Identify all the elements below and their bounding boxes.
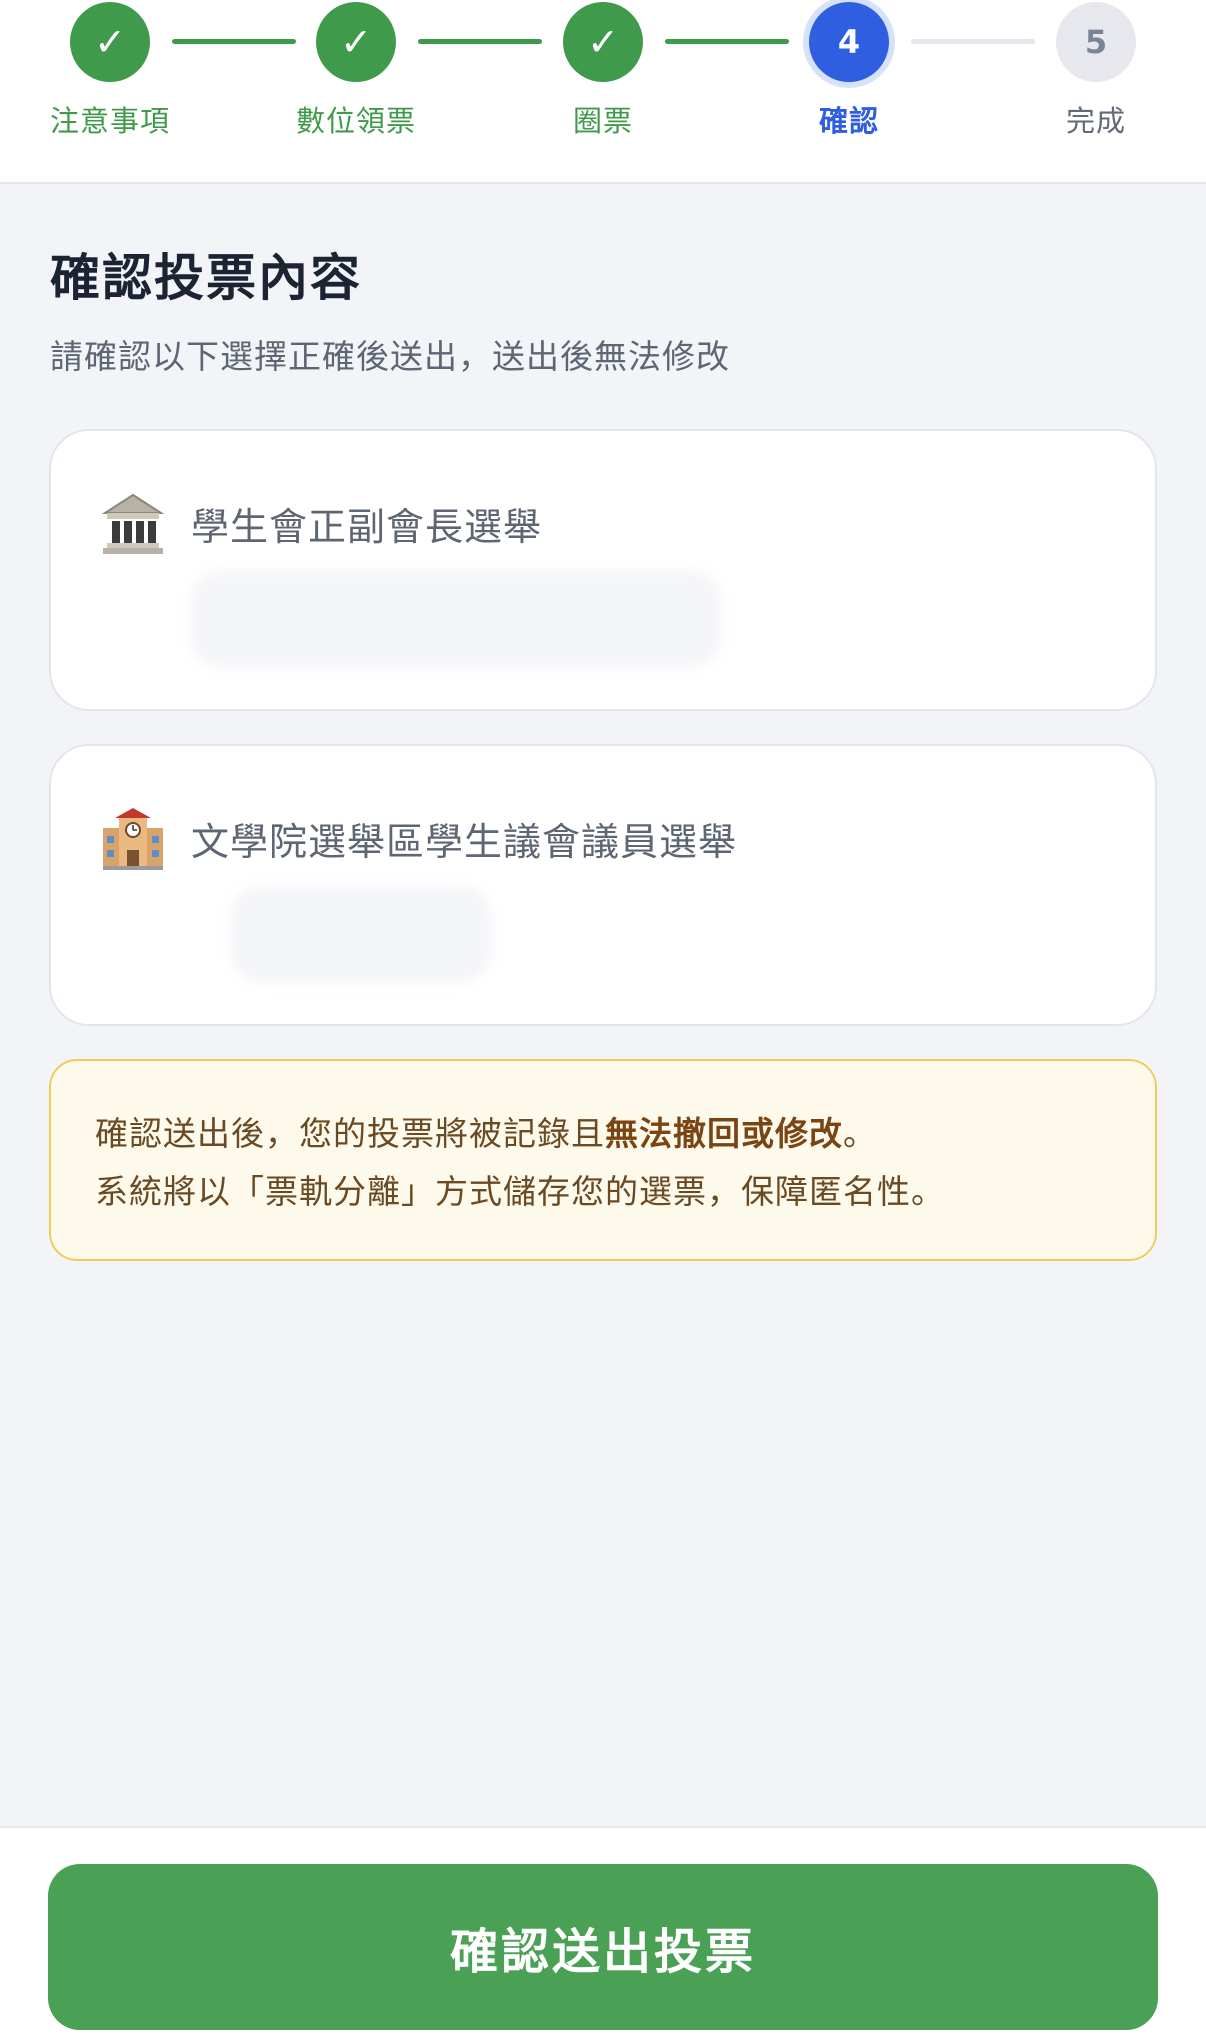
race-card-president: 學生會正副會長選舉 (49, 429, 1157, 711)
school-building-icon (103, 808, 163, 870)
warning-text: 。 (843, 1114, 877, 1153)
race-name: 學生會正副會長選舉 (191, 504, 543, 549)
step-number: 4 (809, 2, 889, 82)
step-label: 確認 (818, 104, 879, 138)
step-label: 注意事項 (49, 104, 170, 138)
redacted-selection (231, 886, 491, 982)
step-digital-ballot: ✓ 數位領票 (266, 0, 446, 184)
step-complete: 5 完成 (1006, 0, 1186, 184)
irreversible-warning: 確認送出後，您的投票將被記錄且無法撤回或修改。 系統將以「票軌分離」方式儲存您的… (49, 1059, 1157, 1261)
bottom-action-bar: 確認送出投票 (0, 1826, 1206, 2036)
check-icon: ✓ (563, 2, 643, 82)
progress-stepper: ✓ 注意事項 ✓ 數位領票 ✓ 圈票 4 確認 5 完成 (0, 0, 1206, 184)
page-subtitle: 請確認以下選擇正確後送出，送出後無法修改 (50, 337, 730, 376)
race-card-council: 文學院選舉區學生議會議員選舉 (49, 744, 1157, 1026)
warning-emphasis: 無法撤回或修改 (605, 1114, 843, 1153)
check-icon: ✓ (316, 2, 396, 82)
race-header: 文學院選舉區學生議會議員選舉 (101, 806, 737, 870)
check-icon: ✓ (70, 2, 150, 82)
race-header: 學生會正副會長選舉 (101, 491, 542, 555)
step-label: 數位領票 (295, 104, 416, 138)
warning-line-1: 確認送出後，您的投票將被記錄且無法撤回或修改。 (95, 1105, 1155, 1163)
step-label: 圈票 (572, 104, 633, 138)
step-mark-ballot: ✓ 圈票 (513, 0, 693, 184)
race-name: 文學院選舉區學生議會議員選舉 (191, 819, 738, 864)
vote-confirmation-page: ✓ 注意事項 ✓ 數位領票 ✓ 圈票 4 確認 5 完成 確認投票內容 請確認以… (0, 0, 1206, 2036)
step-label: 完成 (1065, 104, 1126, 138)
step-number: 5 (1056, 2, 1136, 82)
submit-vote-button[interactable]: 確認送出投票 (48, 1864, 1158, 2030)
step-notice: ✓ 注意事項 (20, 0, 200, 184)
step-confirm: 4 確認 (759, 0, 939, 184)
page-title: 確認投票內容 (50, 249, 362, 307)
warning-line-2: 系統將以「票軌分離」方式儲存您的選票，保障匿名性。 (95, 1172, 945, 1211)
redacted-selection (191, 571, 721, 667)
classical-building-icon (101, 493, 165, 554)
warning-text: 確認送出後，您的投票將被記錄且 (95, 1114, 605, 1153)
